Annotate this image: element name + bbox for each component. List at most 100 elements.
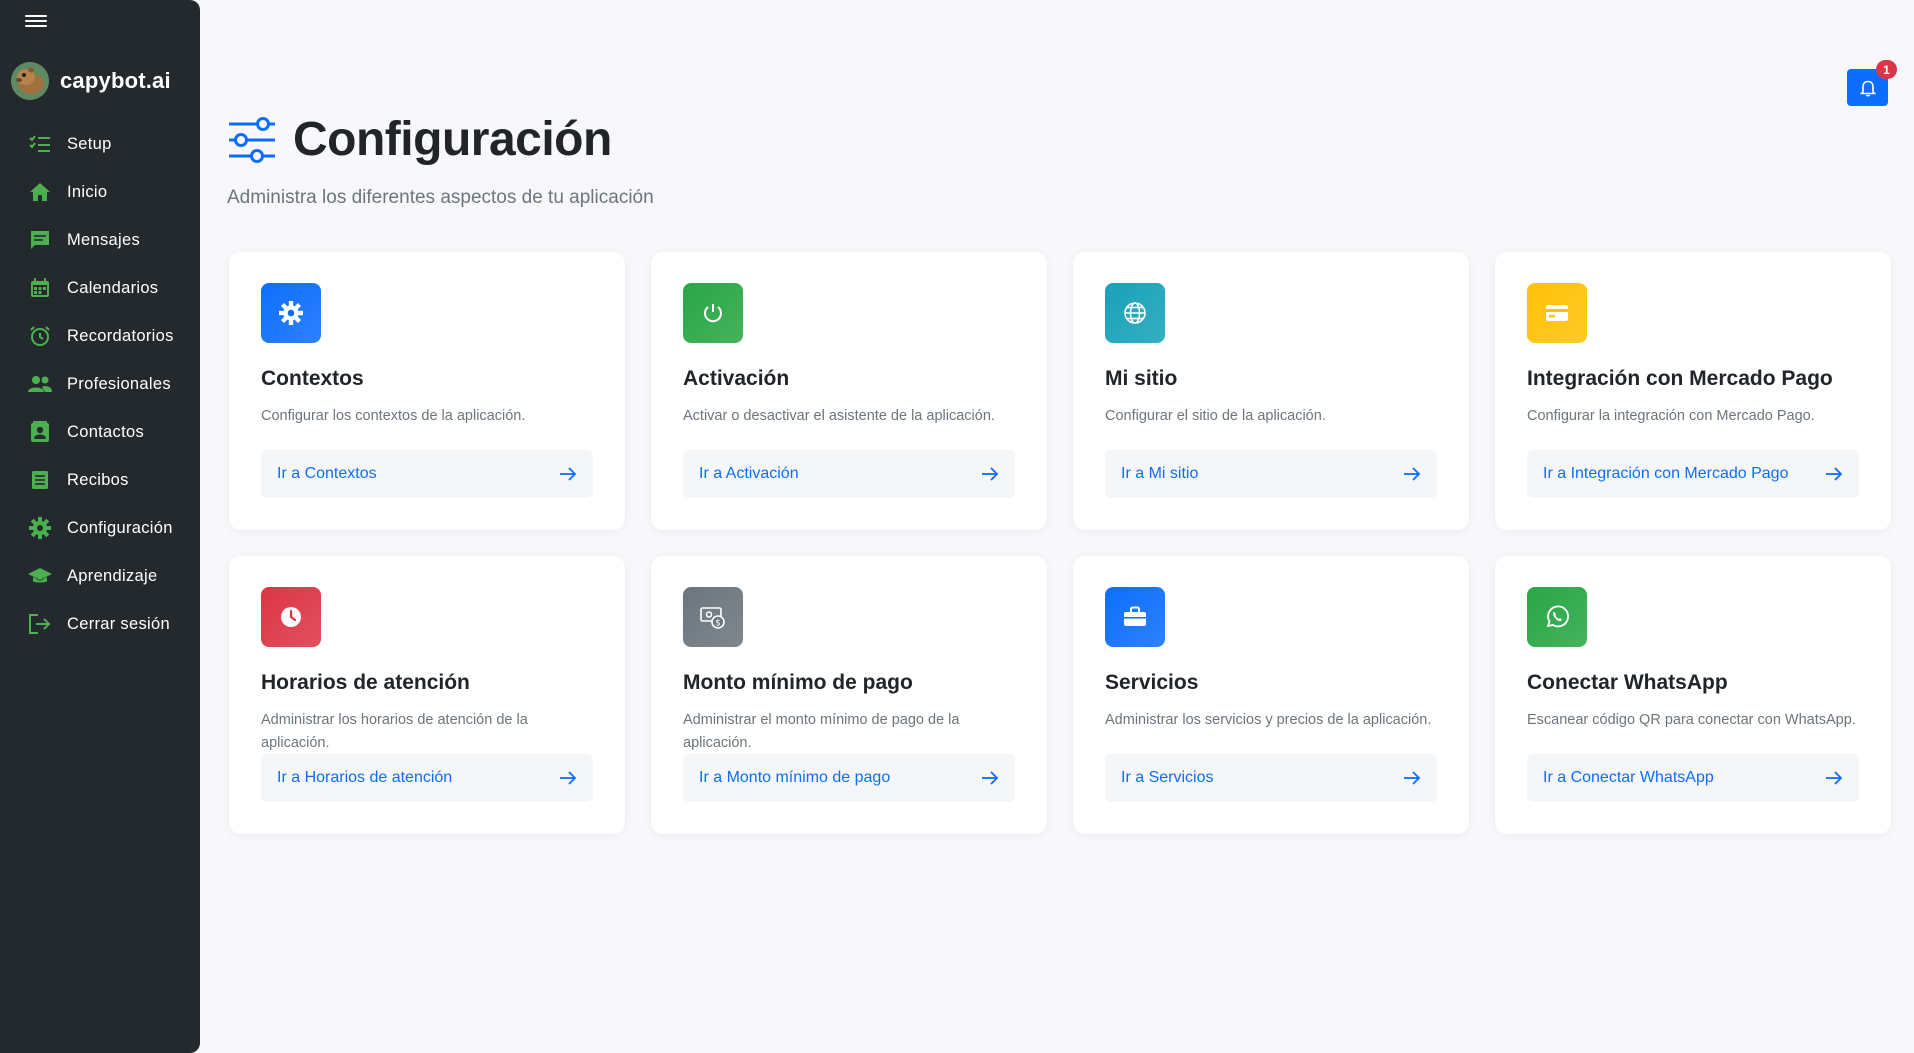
sidebar-item-label: Configuración — [67, 518, 173, 537]
card-mercado-pago: Integración con Mercado Pago Configurar … — [1495, 252, 1891, 530]
card-horarios: Horarios de atención Administrar los hor… — [229, 556, 625, 834]
arrow-right-icon — [1826, 771, 1843, 785]
go-to-servicios-button[interactable]: Ir a Servicios — [1105, 754, 1437, 802]
card-link-label: Ir a Servicios — [1121, 769, 1214, 786]
globe-icon — [1105, 283, 1165, 343]
card-link-label: Ir a Conectar WhatsApp — [1543, 769, 1714, 786]
sidebar-item-calendarios[interactable]: Calendarios — [0, 264, 200, 312]
sidebar-item-label: Profesionales — [67, 374, 171, 393]
receipt-icon — [28, 468, 52, 492]
home-icon — [28, 180, 52, 204]
credit-card-icon — [1527, 283, 1587, 343]
card-contextos: Contextos Configurar los contextos de la… — [229, 252, 625, 530]
go-to-mercado-pago-button[interactable]: Ir a Integración con Mercado Pago — [1527, 450, 1859, 498]
alarm-icon — [28, 324, 52, 348]
go-to-monto-minimo-button[interactable]: Ir a Monto mínimo de pago — [683, 754, 1015, 802]
sidebar-item-contactos[interactable]: Contactos — [0, 408, 200, 456]
card-monto-minimo: $ Monto mínimo de pago Administrar el mo… — [651, 556, 1047, 834]
sidebar-item-profesionales[interactable]: Profesionales — [0, 360, 200, 408]
message-icon — [28, 228, 52, 252]
card-mi-sitio: Mi sitio Configurar el sitio de la aplic… — [1073, 252, 1469, 530]
sidebar-item-recibos[interactable]: Recibos — [0, 456, 200, 504]
go-to-activacion-button[interactable]: Ir a Activación — [683, 450, 1015, 498]
arrow-right-icon — [982, 771, 999, 785]
sidebar-item-label: Recibos — [67, 470, 129, 489]
page-title: Configuración — [293, 113, 612, 166]
arrow-right-icon — [560, 467, 577, 481]
capybara-logo-icon — [11, 62, 49, 100]
card-description: Configurar la integración con Mercado Pa… — [1527, 408, 1815, 424]
sidebar-item-configuracion[interactable]: Configuración — [0, 504, 200, 552]
sidebar-item-label: Aprendizaje — [67, 566, 158, 585]
card-link-label: Ir a Contextos — [277, 465, 377, 482]
card-description: Activar o desactivar el asistente de la … — [683, 408, 995, 424]
go-to-mi-sitio-button[interactable]: Ir a Mi sitio — [1105, 450, 1437, 498]
card-description: Administrar los horarios de atención de … — [261, 712, 528, 751]
card-whatsapp: Conectar WhatsApp Escanear código QR par… — [1495, 556, 1891, 834]
graduation-cap-icon — [28, 564, 52, 588]
sidebar-nav: Setup Inicio Mensajes Calendarios Record… — [0, 120, 200, 648]
briefcase-icon — [1105, 587, 1165, 647]
sidebar-item-inicio[interactable]: Inicio — [0, 168, 200, 216]
arrow-right-icon — [1404, 467, 1421, 481]
settings-grid: Contextos Configurar los contextos de la… — [229, 252, 1891, 834]
arrow-right-icon — [560, 771, 577, 785]
sliders-icon — [229, 116, 275, 163]
brand-name: capybot.ai — [60, 68, 171, 93]
sidebar-item-label: Calendarios — [67, 278, 159, 297]
card-title: Activación — [683, 367, 790, 390]
go-to-contextos-button[interactable]: Ir a Contextos — [261, 450, 593, 498]
card-description: Administrar el monto mínimo de pago de l… — [683, 712, 960, 751]
page-header: Configuración Administra los diferentes … — [227, 112, 654, 209]
card-servicios: Servicios Administrar los servicios y pr… — [1073, 556, 1469, 834]
whatsapp-icon — [1527, 587, 1587, 647]
card-description: Administrar los servicios y precios de l… — [1105, 712, 1432, 728]
page-subtitle: Administra los diferentes aspectos de tu… — [227, 187, 654, 208]
card-title: Integración con Mercado Pago — [1527, 367, 1833, 390]
hamburger-menu-icon[interactable] — [25, 13, 47, 29]
card-link-label: Ir a Monto mínimo de pago — [699, 769, 891, 786]
sidebar-item-cerrar-sesion[interactable]: Cerrar sesión — [0, 600, 200, 648]
gear-icon — [261, 283, 321, 343]
card-title: Servicios — [1105, 671, 1199, 694]
card-title: Contextos — [261, 367, 364, 390]
card-link-label: Ir a Integración con Mercado Pago — [1543, 465, 1789, 482]
sidebar-item-mensajes[interactable]: Mensajes — [0, 216, 200, 264]
svg-text:$: $ — [715, 619, 721, 629]
sidebar-item-label: Cerrar sesión — [67, 614, 170, 633]
arrow-right-icon — [1826, 467, 1843, 481]
sidebar-item-setup[interactable]: Setup — [0, 120, 200, 168]
bell-icon — [1859, 80, 1876, 97]
card-description: Escanear código QR para conectar con Wha… — [1527, 712, 1856, 728]
brand[interactable]: capybot.ai — [11, 62, 171, 100]
card-activacion: Activación Activar o desactivar el asist… — [651, 252, 1047, 530]
logout-icon — [28, 612, 52, 636]
sidebar-item-recordatorios[interactable]: Recordatorios — [0, 312, 200, 360]
card-title: Monto mínimo de pago — [683, 671, 913, 694]
card-link-label: Ir a Horarios de atención — [277, 769, 453, 786]
sidebar-item-label: Inicio — [67, 182, 108, 201]
people-icon — [28, 372, 52, 396]
card-description: Configurar los contextos de la aplicació… — [261, 408, 526, 424]
clock-icon — [261, 587, 321, 647]
card-title: Mi sitio — [1105, 367, 1178, 390]
gear-icon — [28, 516, 52, 540]
arrow-right-icon — [982, 467, 999, 481]
sidebar: capybot.ai Setup Inicio Mensajes Calenda… — [0, 0, 200, 1053]
notification-count-badge: 1 — [1876, 60, 1897, 79]
go-to-whatsapp-button[interactable]: Ir a Conectar WhatsApp — [1527, 754, 1859, 802]
calendar-icon — [28, 276, 52, 300]
cash-coin-icon: $ — [683, 587, 743, 647]
sidebar-item-aprendizaje[interactable]: Aprendizaje — [0, 552, 200, 600]
checklist-icon — [28, 132, 52, 156]
sidebar-item-label: Setup — [67, 134, 112, 153]
sidebar-item-label: Contactos — [67, 422, 144, 441]
power-icon — [683, 283, 743, 343]
contact-card-icon — [28, 420, 52, 444]
card-description: Configurar el sitio de la aplicación. — [1105, 408, 1326, 424]
sidebar-item-label: Mensajes — [67, 230, 141, 249]
card-link-label: Ir a Activación — [699, 465, 799, 482]
card-title: Conectar WhatsApp — [1527, 671, 1728, 694]
sidebar-item-label: Recordatorios — [67, 326, 174, 345]
go-to-horarios-button[interactable]: Ir a Horarios de atención — [261, 754, 593, 802]
